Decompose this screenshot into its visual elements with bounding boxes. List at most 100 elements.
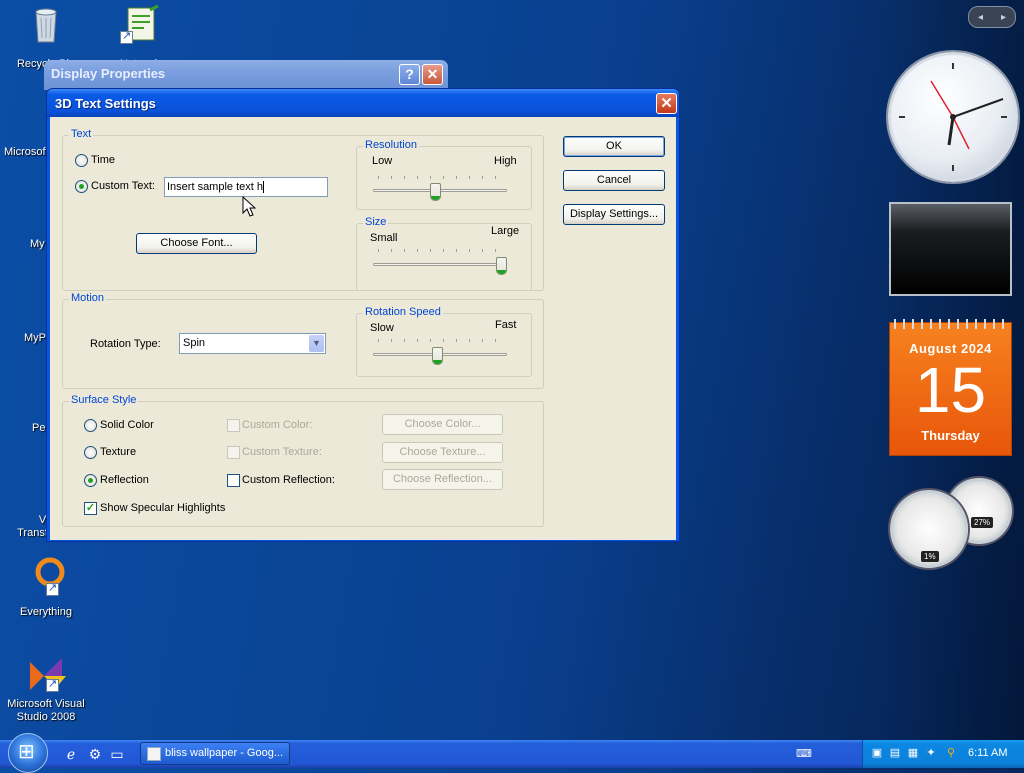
custom-texture-label: Custom Texture:: [242, 446, 322, 458]
taskbar-clock[interactable]: 6:11 AM: [968, 747, 1008, 759]
resolution-legend: Resolution: [363, 139, 419, 151]
internet-explorer-icon[interactable]: ℯ: [62, 745, 80, 763]
text-caret: [263, 181, 264, 194]
size-small-label: Small: [370, 232, 398, 244]
recycle-bin-icon: [26, 4, 66, 44]
dialog-body: Text Time Custom Text: Insert sample tex…: [50, 117, 676, 540]
choose-texture-button[interactable]: Choose Texture...: [382, 442, 503, 463]
show-specular-checkbox[interactable]: ✓: [84, 502, 97, 515]
desktop-icon-visual-studio[interactable]: Microsoft Visual Studio 2008: [4, 652, 88, 723]
choose-reflection-button[interactable]: Choose Reflection...: [382, 469, 503, 490]
custom-reflection-checkbox[interactable]: [227, 474, 240, 487]
time-label: Time: [91, 154, 116, 166]
close-icon[interactable]: ✕: [422, 64, 443, 85]
solid-color-radio[interactable]: [84, 419, 97, 432]
custom-text-input[interactable]: Insert sample text h: [164, 177, 328, 197]
slideshow-gadget[interactable]: [889, 202, 1012, 296]
mouse-cursor-icon: [242, 195, 258, 225]
resolution-high-label: High: [494, 155, 517, 167]
monitor-tray-icon[interactable]: ▦: [906, 746, 920, 760]
resolution-ticks: [378, 176, 508, 179]
custom-texture-checkbox[interactable]: [227, 446, 240, 459]
reflection-radio[interactable]: [84, 474, 97, 487]
help-button[interactable]: ?: [399, 64, 420, 85]
ok-button[interactable]: OK: [563, 136, 665, 157]
desktop-icon-recycle-bin[interactable]: Recycle Bin: [4, 4, 88, 70]
display-tray-icon[interactable]: ▤: [888, 746, 902, 760]
dialog-title: 3D Text Settings: [55, 96, 156, 111]
everything-icon: [26, 556, 66, 596]
window-title: Display Properties: [51, 66, 166, 81]
chevron-down-icon[interactable]: ▼: [309, 335, 324, 352]
next-gadget-button[interactable]: ▸: [1001, 12, 1006, 23]
custom-color-label: Custom Color:: [242, 419, 313, 431]
shortcut-arrow-icon: [46, 581, 59, 596]
size-legend: Size: [363, 216, 389, 228]
shortcut-arrow-icon: [46, 677, 59, 692]
custom-reflection-label: Custom Reflection:: [242, 474, 335, 486]
size-slider-thumb[interactable]: [496, 257, 507, 275]
custom-color-checkbox[interactable]: [227, 419, 240, 432]
search-tray-icon[interactable]: ⚲: [944, 746, 958, 760]
size-slider-track[interactable]: [373, 263, 507, 266]
texture-radio[interactable]: [84, 446, 97, 459]
cancel-button[interactable]: Cancel: [563, 170, 665, 191]
desktop-icon-label: Microsoft: [4, 146, 48, 158]
rotation-type-select[interactable]: Spin ▼: [179, 333, 326, 354]
rotation-ticks: [378, 339, 508, 342]
calendar-rings: [894, 319, 1008, 329]
calendar-day: 15: [914, 354, 987, 426]
settings-quicklaunch-icon[interactable]: ⚙: [86, 745, 104, 763]
desktop-icon-everything[interactable]: Everything: [4, 556, 88, 618]
show-specular-label: Show Specular Highlights: [100, 502, 226, 514]
network-icon: [120, 4, 160, 44]
cpu-gauge[interactable]: 1%: [890, 490, 968, 568]
network-tray-icon[interactable]: ▣: [870, 746, 884, 760]
rotation-type-label: Rotation Type:: [90, 338, 161, 350]
clock-gadget[interactable]: [888, 52, 1018, 182]
solid-color-label: Solid Color: [100, 419, 154, 431]
dialog-titlebar[interactable]: 3D Text Settings ✕: [47, 89, 679, 117]
choose-color-button[interactable]: Choose Color...: [382, 414, 503, 435]
calendar-gadget[interactable]: August 2024 15 Thursday: [889, 319, 1012, 456]
taskbar-button-browser[interactable]: bliss wallpaper - Goog...: [140, 742, 290, 765]
resolution-slider-thumb[interactable]: [429, 183, 441, 201]
size-large-label: Large: [491, 225, 520, 237]
choose-font-button[interactable]: Choose Font...: [136, 233, 257, 254]
desktop-icon-label: Pe: [32, 422, 46, 434]
cpu-gauge-value: 1%: [921, 551, 939, 562]
surface-style-legend: Surface Style: [69, 394, 139, 406]
calendar-weekday: Thursday: [921, 428, 980, 443]
clock-face-icon: [899, 63, 1007, 171]
keyboard-icon[interactable]: ⌨: [795, 745, 813, 763]
desktop-icon-label: Microsoft Visual Studio 2008: [7, 698, 85, 723]
texture-label: Texture: [100, 446, 137, 458]
desktop-icon-label: MyP: [24, 332, 46, 344]
text-group-legend: Text: [69, 128, 94, 140]
rotation-speed-slider-thumb[interactable]: [432, 347, 444, 365]
desktop-icon-label: Everything: [20, 606, 72, 618]
resolution-low-label: Low: [372, 155, 393, 167]
start-button[interactable]: [8, 733, 48, 773]
reflection-label: Reflection: [100, 474, 149, 486]
prev-gadget-button[interactable]: ◂: [978, 12, 983, 23]
motion-legend: Motion: [69, 292, 107, 304]
show-desktop-icon[interactable]: ▭: [108, 745, 126, 763]
custom-text-radio[interactable]: [75, 180, 88, 193]
3d-text-settings-dialog: 3D Text Settings ✕ Text Time Custom Text…: [46, 88, 680, 542]
visual-studio-icon: [26, 652, 66, 692]
desktop-icon-network[interactable]: Network: [98, 4, 182, 63]
time-radio[interactable]: [75, 154, 88, 167]
memory-gauge-value: 27%: [971, 517, 994, 528]
rotation-type-value: Spin: [183, 337, 206, 349]
size-ticks: [378, 249, 508, 252]
desktop-icon-label: My: [30, 238, 45, 250]
custom-text-label: Custom Text:: [91, 180, 155, 192]
close-icon[interactable]: ✕: [656, 93, 677, 114]
display-settings-button[interactable]: Display Settings...: [563, 204, 665, 225]
sidebar-nav[interactable]: ◂ ▸: [968, 6, 1016, 28]
rotation-speed-legend: Rotation Speed: [363, 306, 443, 318]
security-tray-icon[interactable]: ✦: [924, 746, 938, 760]
custom-text-value: Insert sample text h: [167, 181, 263, 193]
display-properties-window[interactable]: Display Properties ? ✕: [44, 60, 448, 90]
